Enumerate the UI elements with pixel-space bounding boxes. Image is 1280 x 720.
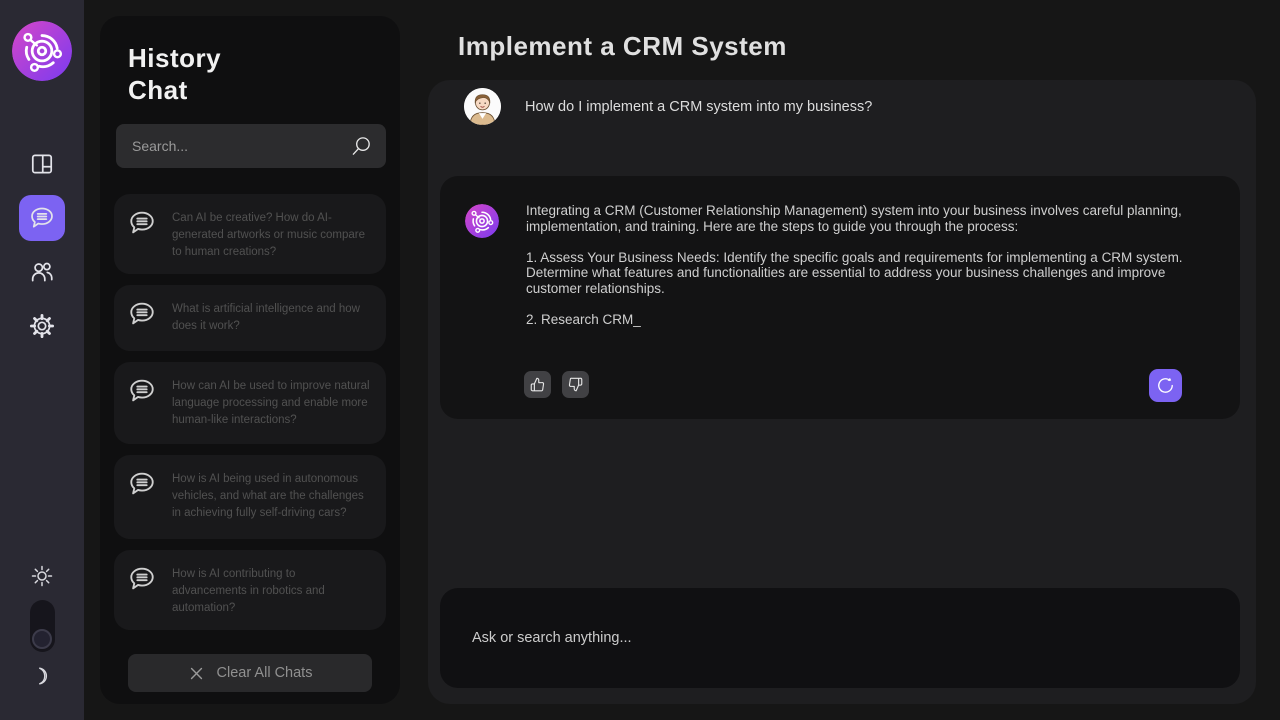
sidebar-item-settings[interactable] <box>19 303 65 349</box>
history-search <box>116 124 386 168</box>
history-item[interactable]: How is AI being used in autonomous vehic… <box>114 455 386 539</box>
history-panel: History Chat Can AI be creative? How do … <box>100 16 400 704</box>
regenerate-button[interactable] <box>1149 369 1182 402</box>
ai-response-card: Integrating a CRM (Customer Relationship… <box>440 176 1240 419</box>
chat-bubble-icon <box>128 468 156 526</box>
sidebar-item-users[interactable] <box>19 249 65 295</box>
search-icon[interactable] <box>350 135 373 158</box>
history-title: History Chat <box>114 42 386 106</box>
history-item-text: What is artificial intelligence and how … <box>172 298 372 338</box>
chat-icon <box>29 205 55 231</box>
users-icon <box>29 259 55 285</box>
prompt-input[interactable] <box>440 588 1240 688</box>
moon-icon <box>31 664 53 688</box>
prompt-input-wrap <box>440 588 1240 688</box>
ai-avatar-icon <box>465 204 499 238</box>
history-title-line1: History <box>128 43 221 73</box>
sun-icon <box>30 564 54 588</box>
ai-response-text: Integrating a CRM (Customer Relationship… <box>526 203 1188 328</box>
history-item[interactable]: What is artificial intelligence and how … <box>114 285 386 351</box>
ai-paragraph: 2. Research CRM_ <box>526 312 1188 328</box>
response-actions <box>524 371 589 398</box>
page-title: Implement a CRM System <box>458 31 787 62</box>
history-item[interactable]: How can AI be used to improve natural la… <box>114 362 386 444</box>
chat-panel: How do I implement a CRM system into my … <box>428 80 1256 704</box>
ai-paragraph: 1. Assess Your Business Needs: Identify … <box>526 250 1188 297</box>
app-sidebar <box>0 0 84 720</box>
clear-all-chats-label: Clear All Chats <box>217 665 313 681</box>
search-input[interactable] <box>116 124 386 168</box>
user-message-text: How do I implement a CRM system into my … <box>525 99 872 115</box>
thumbs-up-icon <box>530 377 545 392</box>
ai-paragraph: Integrating a CRM (Customer Relationship… <box>526 203 1188 235</box>
refresh-icon <box>1156 376 1175 395</box>
chat-bubble-icon <box>128 563 156 617</box>
user-avatar <box>464 88 501 125</box>
history-list: Can AI be creative? How do AI-generated … <box>114 194 386 630</box>
clear-all-chats-button[interactable]: Clear All Chats <box>128 654 372 692</box>
history-item-text: How is AI contributing to advancements i… <box>172 563 372 617</box>
sidebar-nav <box>19 141 65 349</box>
thumbs-up-button[interactable] <box>524 371 551 398</box>
history-item-text: How is AI being used in autonomous vehic… <box>172 468 372 526</box>
chat-bubble-icon <box>128 375 156 431</box>
thumbs-down-button[interactable] <box>562 371 589 398</box>
sidebar-item-dashboard[interactable] <box>19 141 65 187</box>
user-avatar-illustration <box>464 88 501 125</box>
sidebar-item-chat[interactable] <box>19 195 65 241</box>
theme-switcher <box>0 564 84 688</box>
history-item[interactable]: Can AI be creative? How do AI-generated … <box>114 194 386 274</box>
history-item-text: How can AI be used to improve natural la… <box>172 375 372 431</box>
app-logo-icon <box>12 21 72 81</box>
history-item-text: Can AI be creative? How do AI-generated … <box>172 207 372 261</box>
dashboard-icon <box>29 151 55 177</box>
thumbs-down-icon <box>568 377 583 392</box>
chat-bubble-icon <box>128 298 156 338</box>
theme-toggle[interactable] <box>30 600 55 652</box>
user-message-row: How do I implement a CRM system into my … <box>464 88 872 125</box>
chat-bubble-icon <box>128 207 156 261</box>
gear-icon <box>29 313 55 339</box>
history-title-line2: Chat <box>128 75 188 105</box>
close-icon <box>188 665 205 682</box>
history-item[interactable]: How is AI contributing to advancements i… <box>114 550 386 630</box>
theme-toggle-knob <box>32 629 52 649</box>
